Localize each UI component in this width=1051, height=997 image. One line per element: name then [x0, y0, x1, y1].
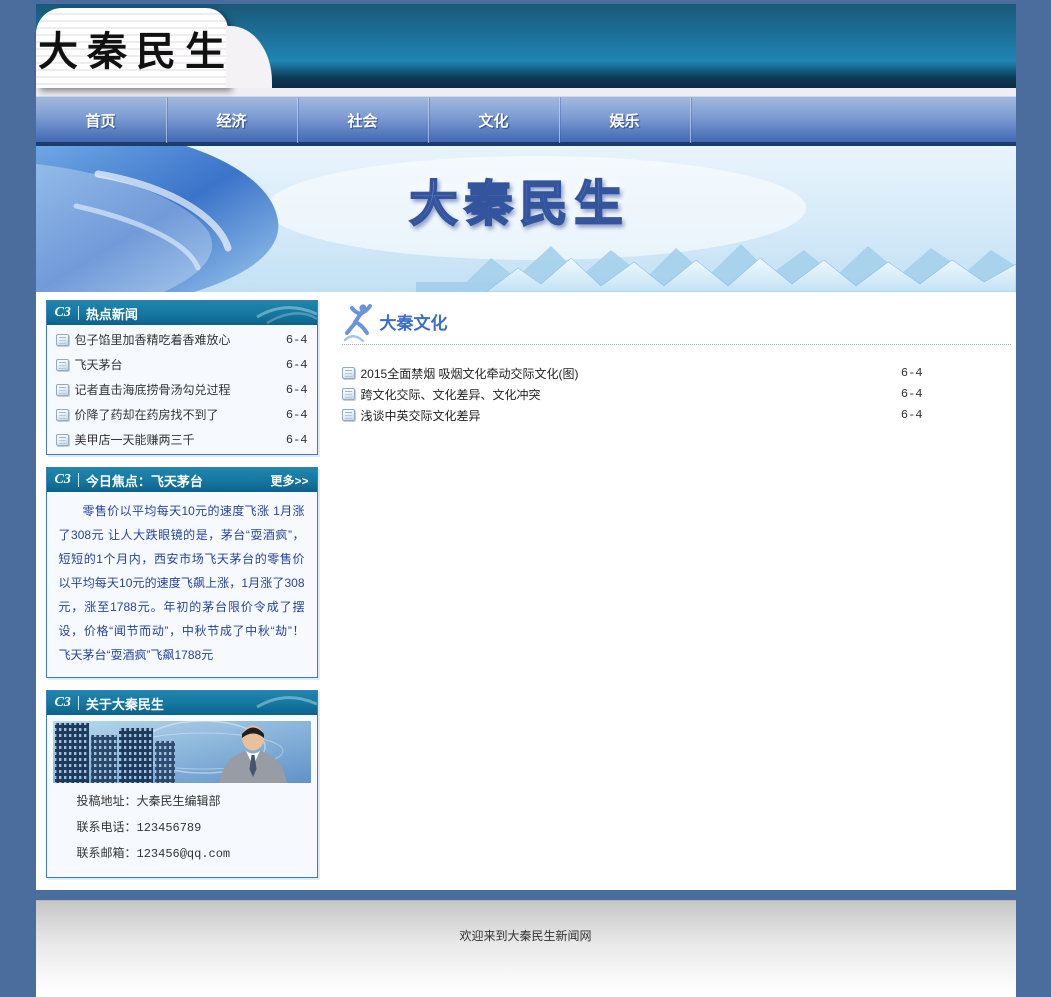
contact-line: 联系邮箱：123456@qq.com [77, 841, 317, 867]
main-content: 大秦文化 2015全面禁烟 吸烟文化牵动交际文化(图) 6-4 跨文化交际、文化… [328, 292, 1016, 890]
article-title[interactable]: 2015全面禁烟 吸烟文化牵动交际文化(图) [361, 365, 579, 382]
swoosh-icon [255, 696, 317, 709]
nav-item[interactable]: 娱乐 [560, 97, 691, 143]
site-logo-text: 大秦民生 [38, 29, 234, 74]
contact-line: 投稿地址：大秦民生编辑部 [77, 789, 317, 815]
nav-item[interactable]: 社会 [298, 97, 429, 143]
footer-text: 欢迎来到大秦民生新闻网 [459, 929, 592, 943]
news-item[interactable]: 飞天茅台 6-4 [47, 352, 317, 377]
focus-header: C3 今日焦点：飞天茅台 更多>> [46, 468, 317, 492]
article-row[interactable]: 浅谈中英交际文化差异 6-4 [341, 405, 1011, 425]
news-item-title[interactable]: 包子馅里加香精吃着香难放心 [75, 331, 280, 348]
document-icon [55, 358, 69, 371]
section-title: 大秦文化 [379, 314, 448, 333]
contact-label: 联系邮箱： [76, 846, 137, 860]
article-row[interactable]: 跨文化交际、文化差异、文化冲突 6-4 [341, 384, 1011, 404]
section-header: 大秦文化 [342, 300, 1011, 343]
nav-item-label: 娱乐 [609, 112, 640, 130]
nav-item-label: 社会 [347, 112, 378, 130]
banner-title: 大秦民生 [408, 164, 629, 234]
article-date: 6-4 [900, 366, 923, 380]
header-strip [35, 88, 1016, 96]
brand-mark-icon: C3 [54, 305, 71, 320]
page-wrapper: 大秦民生 首页 经济 社会 文化 娱乐 大秦民生 C3 热点新闻 包子馅里加香精… [35, 4, 1016, 997]
about-photo [52, 721, 311, 783]
article-date: 6-4 [900, 387, 923, 401]
contact-label: 投稿地址： [76, 794, 137, 808]
nav-item-label: 首页 [85, 112, 116, 130]
article-list: 2015全面禁烟 吸烟文化牵动交际文化(图) 6-4 跨文化交际、文化差异、文化… [341, 363, 1011, 425]
contact-value: 123456789 [136, 821, 202, 835]
document-icon [341, 388, 355, 400]
article-title[interactable]: 浅谈中英交际文化差异 [361, 407, 481, 424]
focus-panel: C3 今日焦点：飞天茅台 更多>> 零售价以平均每天10元的速度飞涨 1月涨了3… [45, 467, 318, 678]
more-link[interactable]: 更多>> [270, 472, 308, 489]
contact-value: 大秦民生编辑部 [136, 795, 221, 809]
about-header: C3 关于大秦民生 [46, 691, 317, 715]
document-icon [341, 409, 355, 421]
document-icon [55, 333, 69, 346]
nav-item[interactable]: 文化 [429, 97, 560, 143]
news-item-date: 6-4 [285, 357, 308, 372]
focus-body-text: 零售价以平均每天10元的速度飞涨 1月涨了308元 让人大跌眼镜的是，茅台“耍酒… [58, 504, 305, 662]
document-icon [341, 367, 355, 379]
hot-news-list: 包子馅里加香精吃着香难放心 6-4 飞天茅台 6-4 记者直击海底捞骨汤勾兑过程 [47, 325, 317, 454]
hot-news-title: 热点新闻 [85, 306, 138, 322]
nav-item[interactable]: 经济 [167, 97, 298, 143]
document-icon [55, 433, 69, 446]
news-item-date: 6-4 [285, 332, 308, 347]
site-footer: 欢迎来到大秦民生新闻网 [35, 900, 1016, 997]
header-divider [77, 306, 79, 320]
main-nav: 首页 经济 社会 文化 娱乐 [35, 96, 1016, 146]
header-divider [77, 473, 79, 487]
sidebar: C3 热点新闻 包子馅里加香精吃着香难放心 6-4 飞天茅台 6-4 记者直击海… [36, 292, 328, 890]
article-row[interactable]: 2015全面禁烟 吸烟文化牵动交际文化(图) 6-4 [341, 363, 1011, 383]
focus-title: 今日焦点：飞天茅台 [85, 473, 203, 489]
brand-mark-icon: C3 [54, 472, 71, 487]
contact-line: 联系电话：123456789 [77, 815, 317, 841]
news-item-title[interactable]: 价降了药却在药房找不到了 [75, 406, 280, 423]
banner: 大秦民生 [35, 146, 1016, 292]
news-item[interactable]: 价降了药却在药房找不到了 6-4 [47, 402, 317, 427]
hot-news-panel: C3 热点新闻 包子馅里加香精吃着香难放心 6-4 飞天茅台 6-4 记者直击海… [45, 300, 318, 455]
contact-value: 123456@qq.com [136, 847, 231, 861]
footer-bar [35, 890, 1016, 900]
nav-item-label: 文化 [478, 112, 509, 130]
site-logo-tab[interactable]: 大秦民生 [35, 8, 272, 88]
section-divider [341, 344, 1011, 345]
hot-news-header: C3 热点新闻 [46, 301, 317, 325]
swoosh-icon [255, 306, 317, 325]
news-item[interactable]: 美甲店一天能赚两三千 6-4 [47, 427, 317, 452]
document-icon [55, 408, 69, 421]
brand-mark-icon: C3 [54, 695, 71, 710]
contact-lines: 投稿地址：大秦民生编辑部 联系电话：123456789 联系邮箱：123456@… [47, 787, 317, 877]
about-title: 关于大秦民生 [85, 696, 164, 712]
article-date: 6-4 [900, 408, 923, 422]
nav-item[interactable]: 首页 [36, 97, 167, 143]
news-item-title[interactable]: 记者直击海底捞骨汤勾兑过程 [75, 381, 280, 398]
document-icon [55, 383, 69, 396]
jumping-person-icon [343, 304, 372, 343]
news-item[interactable]: 包子馅里加香精吃着香难放心 6-4 [47, 327, 317, 352]
news-item-date: 6-4 [285, 382, 308, 397]
site-header: 大秦民生 [35, 4, 1016, 88]
news-item-title[interactable]: 飞天茅台 [75, 356, 280, 373]
nav-item-label: 经济 [216, 112, 247, 130]
contact-label: 联系电话： [76, 820, 137, 834]
news-item-date: 6-4 [285, 407, 308, 422]
article-title[interactable]: 跨文化交际、文化差异、文化冲突 [361, 386, 541, 403]
about-panel: C3 关于大秦民生 投稿地址：大秦民生编辑部 联系电话：123456789 联系… [45, 690, 318, 878]
news-item-title[interactable]: 美甲店一天能赚两三千 [75, 431, 280, 448]
news-item[interactable]: 记者直击海底捞骨汤勾兑过程 6-4 [47, 377, 317, 402]
content-area: C3 热点新闻 包子馅里加香精吃着香难放心 6-4 飞天茅台 6-4 记者直击海… [35, 292, 1016, 890]
news-item-date: 6-4 [285, 432, 308, 447]
header-divider [77, 696, 79, 710]
